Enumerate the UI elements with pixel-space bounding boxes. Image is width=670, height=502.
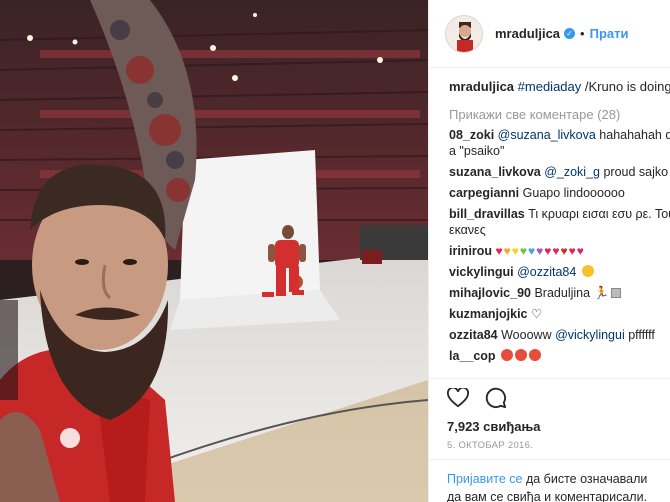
post-date: 5. ОКТОБАР 2016. xyxy=(447,440,534,451)
comment-text: ♡ xyxy=(527,307,543,321)
comment-text: Woooww xyxy=(497,328,556,342)
comment-mention[interactable]: @vickylingui xyxy=(555,328,625,342)
comment-item: suzana_livkova @_zoki_g proud sajko xyxy=(449,164,670,180)
post-side-panel: mraduljica ✓ • Прати mraduljica #mediada… xyxy=(428,0,670,502)
comment-mention[interactable]: @suzana_livkova xyxy=(498,128,596,142)
post-caption: mraduljica #mediaday /Kruno is doing his… xyxy=(449,78,670,95)
caption-hashtag[interactable]: #mediaday xyxy=(518,79,582,94)
comment-username[interactable]: mihajlovic_90 xyxy=(449,286,531,300)
header-separator: • xyxy=(580,26,585,41)
person-emoji-icon: 🏃 xyxy=(593,286,610,300)
comment-item: la__cop xyxy=(449,348,670,364)
heart-eyes-emoji-icon xyxy=(501,349,514,361)
login-link[interactable]: Пријавите се xyxy=(447,472,522,486)
comment-username[interactable]: ozzita84 xyxy=(449,328,498,342)
face-emoji-icon xyxy=(581,265,594,277)
post-actions: 7,923 свиђања 5. ОКТОБАР 2016. Пријавите… xyxy=(429,378,670,502)
comment-item: irinirou ♥♥♥♥♥♥♥♥♥♥♥ xyxy=(449,243,670,259)
comment-mention[interactable]: @_zoki_g xyxy=(544,165,600,179)
comment-item: 08_zoki @suzana_livkova hahahahah du bi … xyxy=(449,127,670,159)
post-photo[interactable] xyxy=(0,0,428,502)
comment-username[interactable]: la__cop xyxy=(449,349,496,363)
comment-text: Braduljina xyxy=(531,286,591,300)
post-header: mraduljica ✓ • Прати xyxy=(429,0,670,68)
comment-username[interactable]: vickylingui xyxy=(449,265,514,279)
header-username[interactable]: mraduljica xyxy=(495,26,560,41)
comment-text: Guapo lindoooooo xyxy=(519,186,625,200)
heart-eyes-emoji-icon xyxy=(515,349,528,361)
comment-item: mihajlovic_90 Braduljina 🏃 xyxy=(449,285,670,301)
comment-icon[interactable] xyxy=(485,387,507,414)
avatar-illustration xyxy=(446,15,482,52)
comments-section[interactable]: mraduljica #mediaday /Kruno is doing his… xyxy=(429,68,670,378)
likes-count[interactable]: 7,923 свиђања xyxy=(447,419,653,434)
comment-item: ozzita84 Woooww @vickylingui pffffff xyxy=(449,327,670,343)
hearts-emoji-icon: ♥♥♥♥♥♥♥♥♥♥♥ xyxy=(495,244,584,258)
comment-username[interactable]: bill_dravillas xyxy=(449,207,525,221)
caption-text: /Kruno is doing his magic xyxy=(584,79,670,94)
follow-button[interactable]: Прати xyxy=(590,26,629,41)
comment-username[interactable]: kuzmanjojkic xyxy=(449,307,528,321)
comment-mention[interactable]: @ozzita84 xyxy=(517,265,576,279)
verified-badge-icon: ✓ xyxy=(564,28,576,39)
login-prompt: Пријавите се да бисте означавали да вам … xyxy=(429,459,670,502)
comment-item: vickylingui @ozzita84 xyxy=(449,264,670,280)
load-more-comments-link[interactable]: Прикажи све коментаре (28) xyxy=(449,107,670,122)
arena-selfie-image xyxy=(0,0,428,502)
heart-icon[interactable] xyxy=(447,386,469,413)
comment-item: carpegianni Guapo lindoooooo xyxy=(449,185,670,201)
unknown-glyph-icon xyxy=(611,288,622,298)
comment-username[interactable]: carpegianni xyxy=(449,186,519,200)
comment-item: bill_dravillas Τι κρυαρι εισαι εσυ ρε. Τ… xyxy=(449,206,670,238)
avatar[interactable] xyxy=(445,14,483,53)
comment-text: pffffff xyxy=(624,328,655,342)
caption-username[interactable]: mraduljica xyxy=(449,79,514,94)
comment-username[interactable]: irinirou xyxy=(449,244,492,258)
action-icons xyxy=(447,386,653,414)
comment-item: kuzmanjojkic ♡ xyxy=(449,306,670,322)
heart-eyes-emoji-icon xyxy=(529,349,542,361)
comment-text: proud sajko xyxy=(599,165,669,179)
comment-username[interactable]: 08_zoki xyxy=(449,128,494,142)
comment-username[interactable]: suzana_livkova xyxy=(449,165,541,179)
